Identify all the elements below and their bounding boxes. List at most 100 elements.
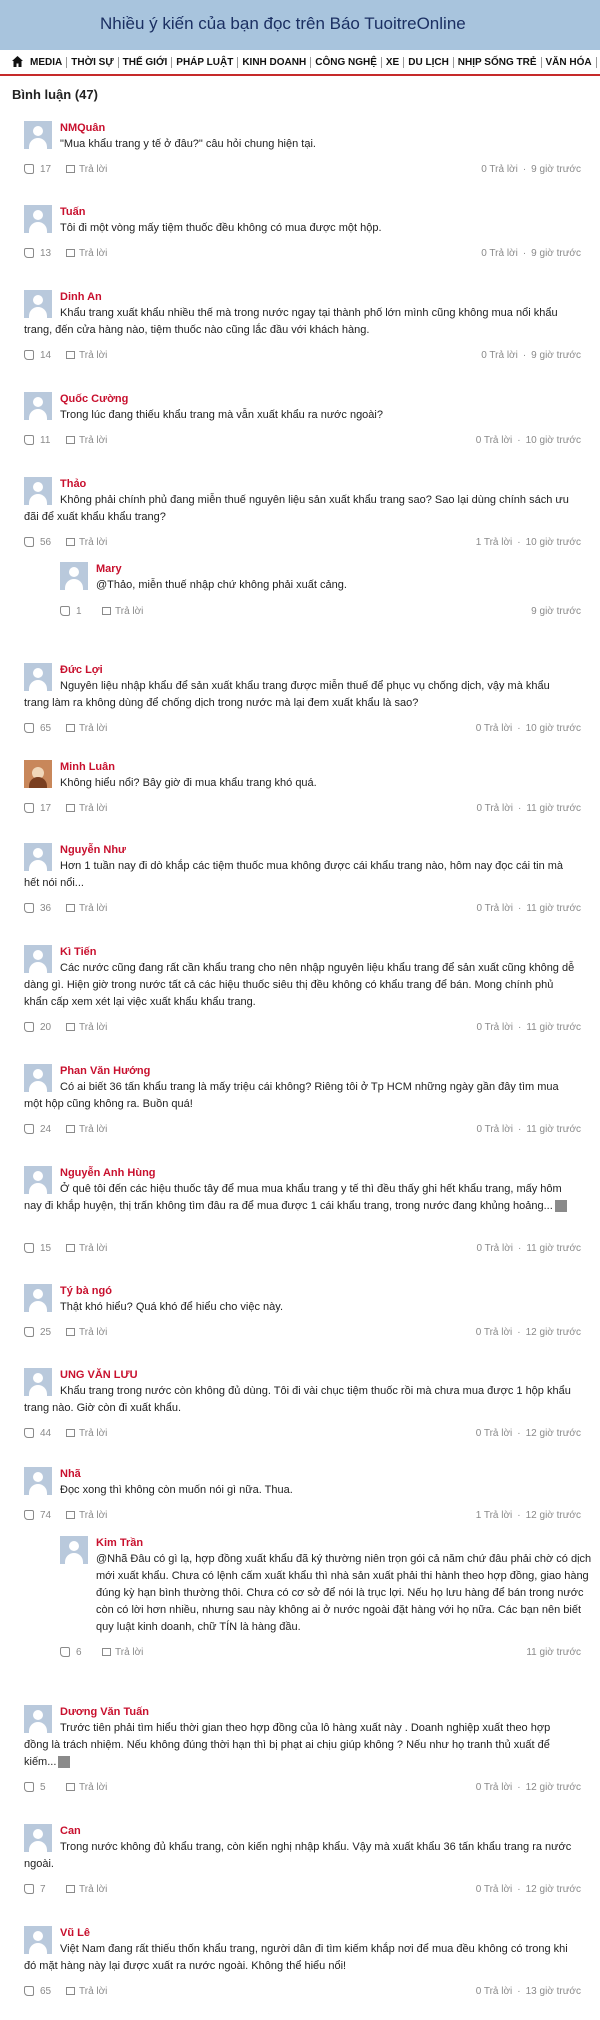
- commenter-name[interactable]: Thảo: [60, 478, 86, 490]
- commenter-name[interactable]: Vũ Lê: [60, 1927, 90, 1939]
- nav-item[interactable]: PHÁP LUẬT: [172, 57, 239, 68]
- reply-count[interactable]: 1 Trả lời: [476, 537, 513, 548]
- like-icon[interactable]: [24, 435, 34, 446]
- like-icon[interactable]: [24, 164, 34, 175]
- reply-icon[interactable]: [66, 1125, 75, 1134]
- reply-button[interactable]: Trả lời: [115, 1647, 143, 1658]
- nav-item[interactable]: THẾ GIỚI: [118, 57, 173, 68]
- reply-button[interactable]: Trả lời: [79, 435, 107, 446]
- reply-count[interactable]: 0 Trả lời: [476, 1986, 513, 1997]
- nav-item[interactable]: MEDIA: [26, 57, 68, 68]
- reply-count[interactable]: 0 Trả lời: [476, 435, 513, 446]
- commenter-name[interactable]: Quốc Cường: [60, 393, 128, 405]
- reply-icon[interactable]: [66, 1023, 75, 1032]
- nav-item[interactable]: DU LỊCH: [404, 57, 454, 68]
- like-icon[interactable]: [60, 1647, 70, 1658]
- commenter-name[interactable]: Can: [60, 1825, 81, 1837]
- nav-item[interactable]: THỜI SỰ: [67, 57, 119, 68]
- like-icon[interactable]: [24, 1782, 34, 1793]
- reply-button[interactable]: Trả lời: [79, 164, 107, 175]
- reply-icon[interactable]: [66, 165, 75, 174]
- reply-button[interactable]: Trả lời: [79, 1428, 107, 1439]
- reply-icon[interactable]: [66, 351, 75, 360]
- reply-button[interactable]: Trả lời: [79, 1510, 107, 1521]
- like-icon[interactable]: [24, 1428, 34, 1439]
- commenter-name[interactable]: Dương Văn Tuấn: [60, 1706, 149, 1718]
- commenter-name[interactable]: Mary: [96, 563, 122, 575]
- reply-button[interactable]: Trả lời: [79, 350, 107, 361]
- nav-item[interactable]: CÔNG NGHỆ: [311, 57, 382, 68]
- commenter-name[interactable]: UNG VĂN LƯU: [60, 1369, 138, 1381]
- reply-icon[interactable]: [66, 804, 75, 813]
- reply-icon[interactable]: [66, 1244, 75, 1253]
- reply-icon[interactable]: [66, 724, 75, 733]
- reply-icon[interactable]: [102, 607, 111, 616]
- like-icon[interactable]: [24, 350, 34, 361]
- reply-button[interactable]: Trả lời: [79, 1022, 107, 1033]
- expand-comment-button[interactable]: +: [554, 1200, 597, 1213]
- reply-count[interactable]: 1 Trả lời: [476, 1510, 513, 1521]
- reply-button[interactable]: Trả lời: [79, 1124, 107, 1135]
- like-icon[interactable]: [24, 1510, 34, 1521]
- like-icon[interactable]: [24, 1022, 34, 1033]
- reply-icon[interactable]: [66, 249, 75, 258]
- commenter-name[interactable]: Nguyễn Anh Hùng: [60, 1167, 156, 1179]
- reply-count[interactable]: 0 Trả lời: [481, 248, 518, 259]
- reply-count[interactable]: 0 Trả lời: [481, 164, 518, 175]
- commenter-name[interactable]: Kì Tiến: [60, 946, 96, 958]
- like-icon[interactable]: [24, 1884, 34, 1895]
- reply-count[interactable]: 0 Trả lời: [476, 723, 513, 734]
- like-icon[interactable]: [24, 537, 34, 548]
- reply-count[interactable]: 0 Trả lời: [476, 803, 513, 814]
- reply-button[interactable]: Trả lời: [79, 1884, 107, 1895]
- like-icon[interactable]: [24, 248, 34, 259]
- avatar[interactable]: [60, 1536, 88, 1564]
- like-icon[interactable]: [24, 723, 34, 734]
- reply-icon[interactable]: [66, 538, 75, 547]
- commenter-name[interactable]: Đức Lợi: [60, 664, 103, 676]
- like-icon[interactable]: [24, 1327, 34, 1338]
- reply-icon[interactable]: [66, 1987, 75, 1996]
- commenter-name[interactable]: Dinh An: [60, 291, 102, 303]
- reply-icon[interactable]: [66, 1429, 75, 1438]
- commenter-name[interactable]: Tý bà ngó: [60, 1285, 112, 1297]
- reply-count[interactable]: 0 Trả lời: [476, 1428, 513, 1439]
- reply-button[interactable]: Trả lời: [79, 1243, 107, 1254]
- expand-comment-button[interactable]: +: [58, 1756, 100, 1769]
- nav-item[interactable]: XE: [381, 57, 405, 68]
- reply-count[interactable]: 0 Trả lời: [476, 1782, 513, 1793]
- home-icon[interactable]: [12, 56, 23, 67]
- reply-icon[interactable]: [66, 436, 75, 445]
- nav-item[interactable]: VĂN HÓA: [541, 57, 597, 68]
- reply-count[interactable]: 0 Trả lời: [476, 1243, 513, 1254]
- commenter-name[interactable]: Tuấn: [60, 206, 85, 218]
- reply-icon[interactable]: [66, 1885, 75, 1894]
- reply-icon[interactable]: [66, 904, 75, 913]
- commenter-name[interactable]: Nguyễn Như: [60, 844, 126, 856]
- reply-button[interactable]: Trả lời: [79, 1327, 107, 1338]
- commenter-name[interactable]: NMQuân: [60, 122, 105, 134]
- reply-icon[interactable]: [102, 1648, 111, 1657]
- reply-count[interactable]: 0 Trả lời: [476, 903, 513, 914]
- like-icon[interactable]: [24, 803, 34, 814]
- reply-icon[interactable]: [66, 1328, 75, 1337]
- reply-count[interactable]: 0 Trả lời: [476, 1327, 513, 1338]
- reply-button[interactable]: Trả lời: [79, 1782, 107, 1793]
- like-icon[interactable]: [24, 903, 34, 914]
- reply-button[interactable]: Trả lời: [79, 537, 107, 548]
- reply-icon[interactable]: [66, 1511, 75, 1520]
- reply-button[interactable]: Trả lời: [79, 723, 107, 734]
- reply-count[interactable]: 0 Trả lời: [481, 350, 518, 361]
- reply-button[interactable]: Trả lời: [79, 803, 107, 814]
- commenter-name[interactable]: Nhã: [60, 1468, 81, 1480]
- reply-button[interactable]: Trả lời: [79, 903, 107, 914]
- like-icon[interactable]: [24, 1986, 34, 1997]
- reply-button[interactable]: Trả lời: [79, 248, 107, 259]
- commenter-name[interactable]: Phan Văn Hướng: [60, 1065, 150, 1077]
- commenter-name[interactable]: Minh Luân: [60, 761, 115, 773]
- reply-icon[interactable]: [66, 1783, 75, 1792]
- nav-item[interactable]: NHỊP SỐNG TRẺ: [453, 57, 542, 68]
- reply-button[interactable]: Trả lời: [79, 1986, 107, 1997]
- reply-button[interactable]: Trả lời: [115, 606, 143, 617]
- reply-count[interactable]: 0 Trả lời: [476, 1022, 513, 1033]
